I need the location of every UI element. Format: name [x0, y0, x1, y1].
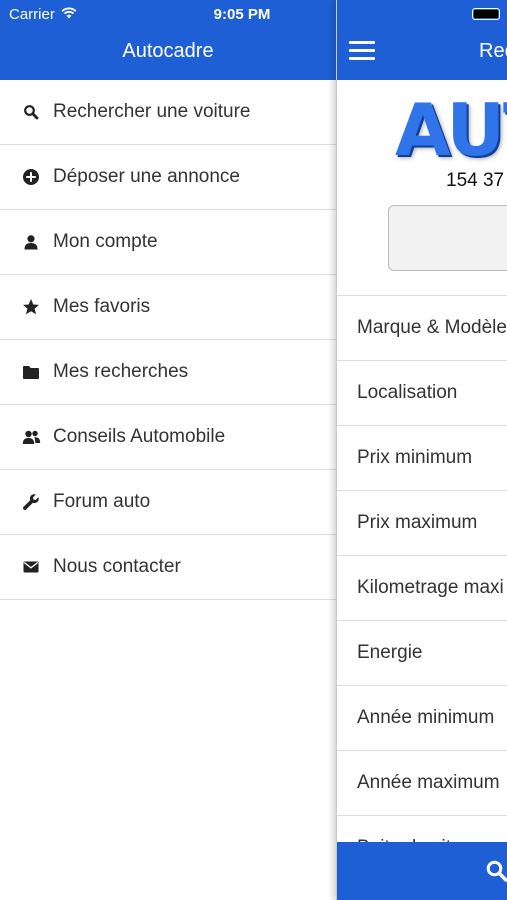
search-submit-bar[interactable] — [337, 842, 507, 900]
filter-marque-modele[interactable]: Marque & Modèle — [337, 296, 507, 361]
main-title: Rec — [479, 40, 507, 62]
quick-search-box[interactable] — [388, 205, 507, 271]
battery-icon — [472, 8, 500, 20]
filter-prix-maximum[interactable]: Prix maximum — [337, 491, 507, 556]
filter-prix-minimum[interactable]: Prix minimum — [337, 426, 507, 491]
menu-item-label: Mes recherches — [53, 361, 189, 382]
search-icon — [20, 101, 42, 123]
user-icon — [20, 231, 42, 253]
filter-annee-maximum[interactable]: Année maximum — [337, 751, 507, 816]
search-filters: Marque & Modèle Localisation Prix minimu… — [337, 295, 507, 881]
autocadre-logo: AUT — [395, 88, 507, 172]
menu-item-label: Nous contacter — [53, 556, 181, 577]
menu-item-conseils[interactable]: Conseils Automobile — [0, 405, 336, 470]
drawer-title: Autocadre — [122, 40, 214, 62]
envelope-icon — [20, 556, 42, 578]
menu-item-label: Forum auto — [53, 491, 151, 512]
menu-item-favoris[interactable]: Mes favoris — [0, 275, 336, 340]
menu-item-forum[interactable]: Forum auto — [0, 470, 336, 535]
main-panel[interactable]: Rec AUT 154 37 Marque & Modèle Localisat… — [336, 0, 507, 900]
filter-energie[interactable]: Energie — [337, 621, 507, 686]
menu-item-label: Mon compte — [53, 231, 158, 252]
menu-item-deposer[interactable]: Déposer une annonce — [0, 145, 336, 210]
menu-item-label: Rechercher une voiture — [53, 101, 251, 122]
menu-item-contact[interactable]: Nous contacter — [0, 535, 336, 600]
hamburger-menu-icon[interactable] — [349, 41, 375, 61]
menu-item-compte[interactable]: Mon compte — [0, 210, 336, 275]
main-header: Rec — [337, 0, 507, 80]
wrench-icon — [20, 491, 42, 513]
drawer-header: Carrier 9:05 PM Autocadre — [0, 0, 336, 80]
filter-annee-minimum[interactable]: Année minimum — [337, 686, 507, 751]
menu-item-label: Déposer une annonce — [53, 166, 240, 187]
plus-circle-icon — [20, 166, 42, 188]
folder-icon — [20, 361, 42, 383]
menu-item-recherches[interactable]: Mes recherches — [0, 340, 336, 405]
listing-count: 154 37 — [446, 170, 505, 191]
menu-item-label: Conseils Automobile — [53, 426, 226, 447]
users-icon — [20, 426, 42, 448]
menu-item-label: Mes favoris — [53, 296, 151, 317]
filter-kilometrage[interactable]: Kilometrage maxi — [337, 556, 507, 621]
search-icon — [485, 859, 507, 888]
star-icon — [20, 296, 42, 318]
filter-localisation[interactable]: Localisation — [337, 361, 507, 426]
menu-item-rechercher[interactable]: Rechercher une voiture — [0, 80, 336, 145]
side-drawer: Carrier 9:05 PM Autocadre Rechercher une… — [0, 0, 336, 900]
drawer-menu: Rechercher une voiture Déposer une annon… — [0, 80, 336, 600]
